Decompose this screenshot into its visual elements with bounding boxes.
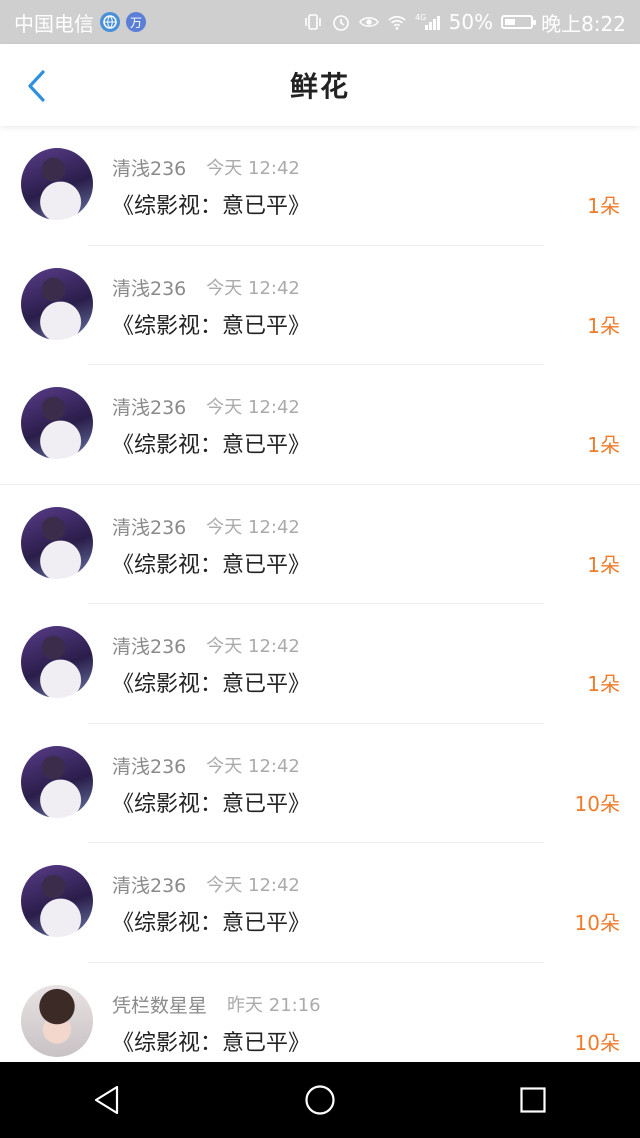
timestamp: 今天 12:42	[206, 755, 300, 777]
flower-count: 10朵	[574, 1030, 620, 1055]
timestamp: 今天 12:42	[206, 875, 300, 896]
timestamp: 今天 12:42	[206, 397, 300, 418]
name-line: 凭栏数星星 昨天 21:16	[112, 991, 321, 1018]
alarm-icon	[331, 12, 351, 32]
avatar[interactable]	[21, 387, 93, 459]
system-nav-bar	[0, 1062, 640, 1138]
battery-icon	[501, 15, 537, 29]
flower-list[interactable]: 清浅236 今天 12:42 《综影视：意已平》 1朵 清浅236 今天 12:42 《综影…	[0, 126, 640, 1062]
list-item[interactable]: 清浅236 今天 12:42 《综影视：意已平》 1朵	[0, 485, 640, 604]
name-line: 清浅236 今天 12:42	[112, 513, 300, 540]
carrier-label: 中国电信	[14, 11, 94, 36]
flower-count: 1朵	[587, 313, 620, 338]
avatar[interactable]	[21, 745, 93, 818]
back-button[interactable]	[18, 66, 54, 106]
list-item[interactable]: 清浅236 今天 12:42 《综影视：意已平》 1朵	[0, 246, 640, 365]
eye-icon	[358, 12, 379, 32]
nav-recents-button[interactable]	[498, 1070, 568, 1130]
battery-fill	[505, 19, 516, 25]
back-triangle-icon	[94, 1085, 118, 1115]
signal-icon: 4G	[415, 12, 441, 32]
list-item[interactable]: 清浅236 今天 12:42 《综影视：意已平》 1朵	[0, 604, 640, 724]
avatar[interactable]	[21, 267, 93, 340]
timestamp: 昨天 21:16	[227, 994, 321, 1016]
sender-name: 清浅236	[112, 636, 187, 658]
clock: 晚上8:22	[541, 11, 626, 36]
battery-percent: 50%	[448, 10, 494, 34]
timestamp: 今天 12:42	[206, 636, 300, 657]
flower-count: 10朵	[574, 911, 620, 935]
name-line: 清浅236 今天 12:42	[112, 393, 300, 420]
chevron-left-icon	[28, 70, 45, 102]
sender-name: 清浅236	[112, 516, 187, 539]
sender-name: 清浅236	[112, 277, 187, 300]
name-line: 清浅236 今天 12:42	[112, 154, 300, 181]
name-line: 清浅236 今天 12:42	[112, 632, 300, 659]
home-circle-icon	[305, 1085, 335, 1115]
wan-icon: 万	[126, 12, 146, 32]
sender-name: 清浅236	[112, 158, 187, 180]
timestamp: 今天 12:42	[206, 277, 300, 299]
name-line: 清浅236 今天 12:42	[112, 752, 300, 779]
header: 鲜花	[0, 44, 640, 126]
status-bar-left: 中国电信 万	[14, 8, 146, 37]
flower-count: 1朵	[587, 672, 620, 696]
network-label: 4G	[415, 13, 426, 22]
timestamp: 今天 12:42	[206, 516, 300, 538]
page-title: 鲜花	[289, 70, 350, 103]
avatar[interactable]	[21, 148, 93, 220]
recents-square-icon	[520, 1087, 546, 1113]
browser-icon	[100, 12, 120, 32]
book-title: 《综影视：意已平》	[112, 672, 311, 697]
book-title: 《综影视：意已平》	[112, 552, 311, 578]
status-bar-right: 4G 50% 晚上8:22	[303, 8, 626, 37]
avatar[interactable]	[21, 626, 93, 698]
nav-home-button[interactable]	[285, 1070, 355, 1130]
sender-name: 凭栏数星星	[112, 994, 208, 1017]
flower-count: 1朵	[587, 194, 620, 218]
list-item[interactable]: 清浅236 今天 12:42 《综影视：意已平》 1朵	[0, 126, 640, 246]
timestamp: 今天 12:42	[206, 158, 300, 179]
sender-name: 清浅236	[112, 755, 187, 778]
wifi-icon	[387, 12, 407, 32]
list-item[interactable]: 清浅236 今天 12:42 《综影视：意已平》 10朵	[0, 724, 640, 843]
avatar[interactable]	[21, 865, 93, 937]
list-item[interactable]: 清浅236 今天 12:42 《综影视：意已平》 1朵	[0, 365, 640, 485]
flower-count: 10朵	[574, 791, 620, 816]
list-item[interactable]: 清浅236 今天 12:42 《综影视：意已平》 10朵	[0, 843, 640, 963]
sender-name: 清浅236	[112, 397, 187, 419]
name-line: 清浅236 今天 12:42	[112, 274, 300, 301]
book-title: 《综影视：意已平》	[112, 1030, 311, 1056]
book-title: 《综影视：意已平》	[112, 194, 311, 219]
book-title: 《综影视：意已平》	[112, 313, 311, 339]
book-title: 《综影视：意已平》	[112, 791, 311, 817]
flower-count: 1朵	[587, 433, 620, 457]
flower-count: 1朵	[587, 552, 620, 577]
nav-back-button[interactable]	[72, 1070, 142, 1130]
list-item[interactable]: 凭栏数星星 昨天 21:16 《综影视：意已平》 10朵	[0, 963, 640, 1063]
status-bar: 中国电信 万 4G 50% 晚上8:22	[0, 0, 640, 44]
avatar[interactable]	[21, 984, 93, 1057]
avatar[interactable]	[21, 506, 93, 579]
book-title: 《综影视：意已平》	[112, 433, 311, 458]
sender-name: 清浅236	[112, 875, 187, 897]
name-line: 清浅236 今天 12:42	[112, 871, 300, 898]
book-title: 《综影视：意已平》	[112, 911, 311, 936]
vibrate-icon	[303, 12, 323, 32]
